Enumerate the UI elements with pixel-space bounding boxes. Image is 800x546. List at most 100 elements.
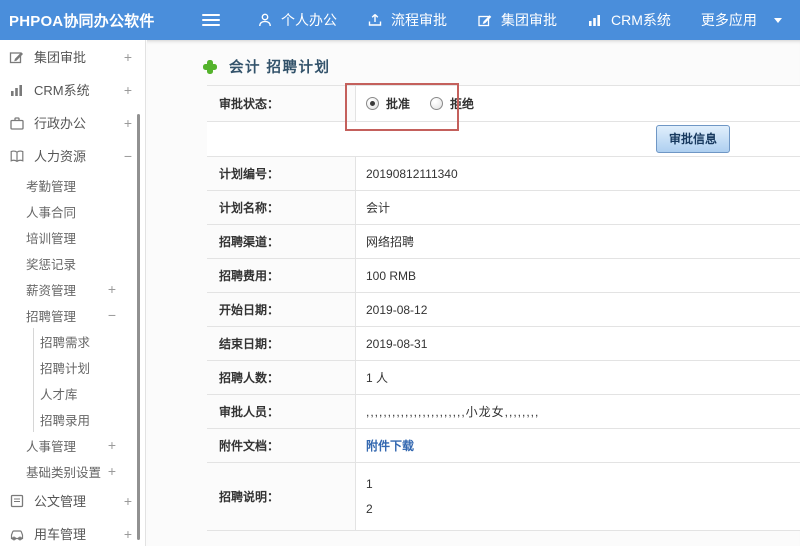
expand-plus-icon: +: [107, 437, 116, 453]
sidebar-item-training[interactable]: 培训管理: [0, 224, 145, 250]
sidebar-item-crm[interactable]: CRM系统 +: [0, 73, 145, 106]
briefcase-icon: [9, 115, 26, 131]
sidebar-label: 人事合同: [26, 205, 77, 220]
field-label: 招聘费用：: [207, 259, 356, 292]
row-end-date: 结束日期： 2019-08-31: [207, 327, 800, 361]
nav-crm-system[interactable]: CRM系统: [572, 0, 686, 40]
approval-options: 批准 拒绝: [356, 86, 800, 121]
field-label: 开始日期：: [207, 293, 356, 326]
nav-label: 更多应用: [700, 12, 757, 28]
nav-personal-office[interactable]: 个人办公: [242, 0, 352, 40]
sidebar-label: 招聘管理: [26, 309, 77, 324]
field-label: 审批状态：: [207, 86, 356, 121]
edit-icon: [477, 12, 493, 28]
expand-plus-icon: +: [107, 281, 116, 297]
expand-plus-icon: +: [107, 463, 116, 479]
row-attachment: 附件文档： 附件下载: [207, 429, 800, 463]
nav-group-approval[interactable]: 集团审批: [462, 0, 572, 40]
expand-plus-icon: +: [123, 48, 132, 65]
sidebar-label: 招聘计划: [40, 361, 91, 376]
caret-down-icon: [773, 17, 782, 23]
sidebar-label: 用车管理: [34, 527, 87, 542]
nav-more-apps[interactable]: 更多应用: [686, 0, 797, 40]
field-value: ,,,,,,,,,,,,,,,,,,,,,,,小龙女,,,,,,,,: [366, 405, 540, 419]
sidebar-item-recruit-demand[interactable]: 招聘需求: [33, 328, 145, 354]
upload-icon: [367, 12, 383, 28]
book-icon: [9, 148, 26, 164]
sidebar-label: 考勤管理: [26, 179, 77, 194]
sidebar-label: 招聘录用: [40, 413, 91, 428]
sidebar-scrollbar[interactable]: [137, 114, 140, 540]
row-headcount: 招聘人数： 1 人: [207, 361, 800, 395]
sidebar-item-attendance[interactable]: 考勤管理: [0, 172, 145, 198]
row-description: 招聘说明： 1 2: [207, 463, 800, 531]
sidebar-item-rewards[interactable]: 奖惩记录: [0, 250, 145, 276]
nav-workflow-approval[interactable]: 流程审批: [352, 0, 462, 40]
sidebar-item-base-category[interactable]: 基础类别设置 +: [0, 458, 145, 484]
top-navigation: 个人办公 流程审批 集团审批 CRM系统 更多应用: [242, 0, 797, 40]
sidebar-label: 薪资管理: [26, 283, 77, 298]
expand-plus-icon: +: [123, 492, 132, 509]
field-label: 附件文档：: [207, 429, 356, 462]
radio-approve-label[interactable]: 批准: [386, 95, 410, 112]
row-plan-name: 计划名称： 会计: [207, 191, 800, 225]
radio-approve[interactable]: [366, 97, 379, 110]
sidebar-label: 基础类别设置: [26, 465, 102, 480]
field-label: 审批人员：: [207, 395, 356, 428]
document-icon: [9, 493, 26, 509]
field-label: 招聘人数：: [207, 361, 356, 394]
description-line: 2: [366, 501, 373, 516]
field-value: 100 RMB: [366, 268, 417, 283]
page-title: 会计 招聘计划: [229, 60, 331, 76]
sidebar-item-salary[interactable]: 薪资管理 +: [0, 276, 145, 302]
sidebar-label: 培训管理: [26, 231, 77, 246]
field-value: 1 人: [366, 371, 389, 385]
sidebar-label: 人事管理: [26, 439, 77, 454]
page-header: 会计 招聘计划: [202, 56, 800, 77]
sidebar-label: 集团审批: [34, 50, 87, 65]
sidebar-item-hr-contract[interactable]: 人事合同: [0, 198, 145, 224]
sidebar-label: 公文管理: [34, 494, 87, 509]
nav-label: 集团审批: [501, 12, 557, 28]
field-label: 招聘说明：: [207, 463, 356, 530]
expand-plus-icon: +: [123, 81, 132, 98]
expand-minus-icon: −: [107, 307, 116, 323]
sidebar: 集团审批 + CRM系统 + 行政办公 + 人力资源 − 考勤管理 人事合同 培…: [0, 40, 146, 546]
row-approve-button: 审批信息: [207, 122, 800, 157]
field-value: 2019-08-12: [366, 302, 428, 317]
sidebar-item-recruit-plan[interactable]: 招聘计划: [33, 354, 145, 380]
row-approvers: 审批人员： ,,,,,,,,,,,,,,,,,,,,,,,小龙女,,,,,,,,: [207, 395, 800, 429]
nav-label: 流程审批: [391, 12, 447, 28]
topbar: PHPOA协同办公软件 个人办公 流程审批 集团审批 CRM系统 更多应用: [0, 0, 800, 40]
attachment-download-link[interactable]: 附件下载: [366, 437, 414, 454]
sidebar-item-human-resources[interactable]: 人力资源 −: [0, 139, 145, 172]
expand-plus-icon: +: [123, 525, 132, 542]
car-icon: [9, 526, 26, 542]
sidebar-item-personnel[interactable]: 人事管理 +: [0, 432, 145, 458]
sidebar-item-recruit-hire[interactable]: 招聘录用: [33, 406, 145, 432]
bar-chart-icon: [587, 12, 603, 28]
menu-hamburger-icon[interactable]: [202, 14, 220, 26]
row-start-date: 开始日期： 2019-08-12: [207, 293, 800, 327]
sidebar-item-admin-office[interactable]: 行政办公 +: [0, 106, 145, 139]
radio-reject[interactable]: [430, 97, 444, 110]
field-label: 计划名称：: [207, 191, 356, 224]
approval-info-button[interactable]: 审批信息: [655, 125, 730, 153]
sidebar-label: 招聘需求: [40, 335, 91, 350]
expand-plus-icon: +: [123, 114, 132, 131]
sidebar-label: 人力资源: [34, 149, 87, 164]
app-logo: PHPOA协同办公软件: [9, 12, 155, 30]
sidebar-item-vehicle[interactable]: 用车管理 +: [0, 517, 145, 546]
row-approval-status: 审批状态： 批准 拒绝: [207, 86, 800, 122]
sidebar-item-recruit-mgmt[interactable]: 招聘管理 −: [0, 302, 145, 328]
expand-minus-icon: −: [123, 147, 132, 164]
nav-label: CRM系统: [611, 12, 671, 28]
sidebar-item-group-approval[interactable]: 集团审批 +: [0, 40, 145, 73]
radio-reject-label[interactable]: 拒绝: [450, 95, 474, 112]
sidebar-label: CRM系统: [34, 83, 90, 98]
field-value: 20190812111340: [366, 166, 458, 181]
sidebar-item-talent-pool[interactable]: 人才库: [33, 380, 145, 406]
sidebar-item-documents[interactable]: 公文管理 +: [0, 484, 145, 517]
field-value: 2019-08-31: [366, 336, 428, 351]
sidebar-label: 人才库: [40, 387, 78, 402]
